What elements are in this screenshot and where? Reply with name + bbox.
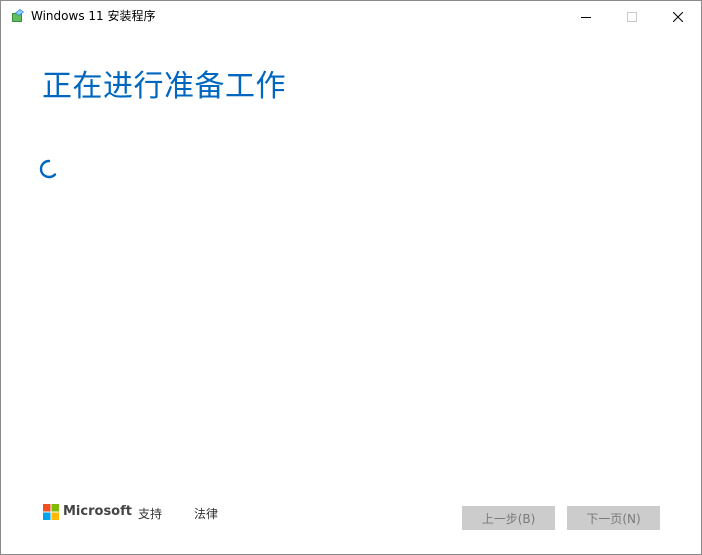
loading-spinner-icon [39, 159, 57, 179]
microsoft-logo-icon [43, 504, 59, 520]
window-title: Windows 11 安装程序 [31, 9, 156, 23]
title-bar[interactable]: Windows 11 安装程序 [1, 1, 701, 32]
setup-app-icon [12, 9, 24, 22]
close-button[interactable] [655, 1, 701, 32]
close-icon [673, 11, 683, 22]
microsoft-brand-label: Microsoft [63, 504, 132, 519]
support-link[interactable]: 支持 [138, 506, 162, 522]
next-button[interactable]: 下一页(N) [567, 506, 660, 530]
maximize-icon [627, 11, 637, 22]
page-title: 正在进行准备工作 [42, 69, 286, 104]
legal-link[interactable]: 法律 [194, 506, 218, 522]
back-button[interactable]: 上一步(B) [462, 506, 555, 530]
minimize-icon [581, 16, 591, 18]
minimize-button[interactable] [563, 1, 609, 32]
setup-window: Windows 11 安装程序 正在进行准备工作 Microsoft 支持 法律… [0, 0, 702, 555]
maximize-button[interactable] [609, 1, 655, 32]
